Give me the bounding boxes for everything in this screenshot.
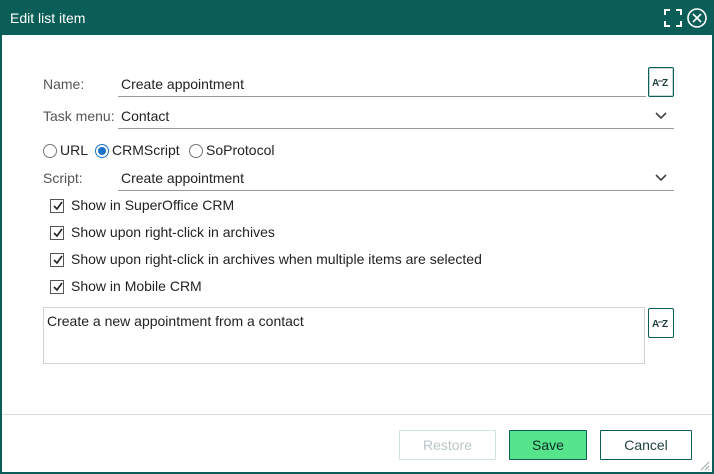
description-translate-button[interactable]: A Z [648, 308, 674, 338]
radio-crmscript[interactable] [95, 144, 109, 158]
script-select[interactable]: Create appointment [118, 167, 674, 191]
checkbox-label: Show upon right-click in archives [71, 224, 275, 240]
checkbox-label: Show in SuperOffice CRM [71, 197, 235, 213]
chevron-down-icon [654, 109, 668, 123]
svg-text:A: A [652, 78, 659, 89]
close-circle-icon[interactable] [686, 7, 710, 31]
checkbox-box[interactable] [50, 199, 64, 213]
script-value: Create appointment [121, 170, 244, 186]
svg-text:Z: Z [662, 319, 668, 330]
radio-url-label[interactable]: URL [60, 142, 88, 158]
az-translate-icon: A Z [652, 319, 668, 330]
edit-list-item-dialog: Edit list item Name: Create appointment … [0, 0, 714, 474]
footer-divider [2, 414, 712, 415]
resize-grip-icon[interactable] [698, 458, 710, 471]
maximize-icon[interactable] [662, 7, 686, 31]
dialog-title: Edit list item [10, 10, 86, 26]
chevron-down-icon [654, 171, 668, 185]
checkbox-label: Show in Mobile CRM [71, 278, 202, 294]
svg-text:Z: Z [662, 78, 668, 89]
task-menu-label: Task menu: [43, 108, 115, 124]
radio-url[interactable] [43, 144, 57, 158]
save-button[interactable]: Save [509, 430, 587, 460]
checkmark-icon [53, 228, 63, 238]
cancel-button[interactable]: Cancel [600, 430, 692, 460]
name-field[interactable]: Create appointment [118, 73, 646, 97]
checkmark-icon [53, 282, 63, 292]
script-label: Script: [43, 170, 83, 186]
checkbox-label: Show upon right-click in archives when m… [71, 251, 482, 267]
radio-soprotocol[interactable] [189, 144, 203, 158]
name-value: Create appointment [121, 76, 244, 92]
checkbox-box[interactable] [50, 253, 64, 267]
restore-button[interactable]: Restore [399, 430, 496, 460]
az-translate-icon: A Z [652, 78, 668, 89]
name-label: Name: [43, 76, 85, 92]
radio-crmscript-label[interactable]: CRMScript [112, 142, 180, 158]
checkbox-box[interactable] [50, 226, 64, 240]
svg-text:A: A [652, 319, 659, 330]
description-text: Create a new appointment from a contact [47, 313, 304, 329]
checkmark-icon [53, 201, 63, 211]
radio-soprotocol-label[interactable]: SoProtocol [206, 142, 274, 158]
task-menu-select[interactable]: Contact [118, 105, 674, 129]
name-translate-button[interactable]: A Z [648, 67, 674, 97]
description-textarea[interactable]: Create a new appointment from a contact [43, 307, 645, 364]
task-menu-value: Contact [121, 108, 170, 124]
checkmark-icon [53, 255, 63, 265]
checkbox-box[interactable] [50, 280, 64, 294]
dialog-titlebar[interactable]: Edit list item [2, 2, 712, 35]
